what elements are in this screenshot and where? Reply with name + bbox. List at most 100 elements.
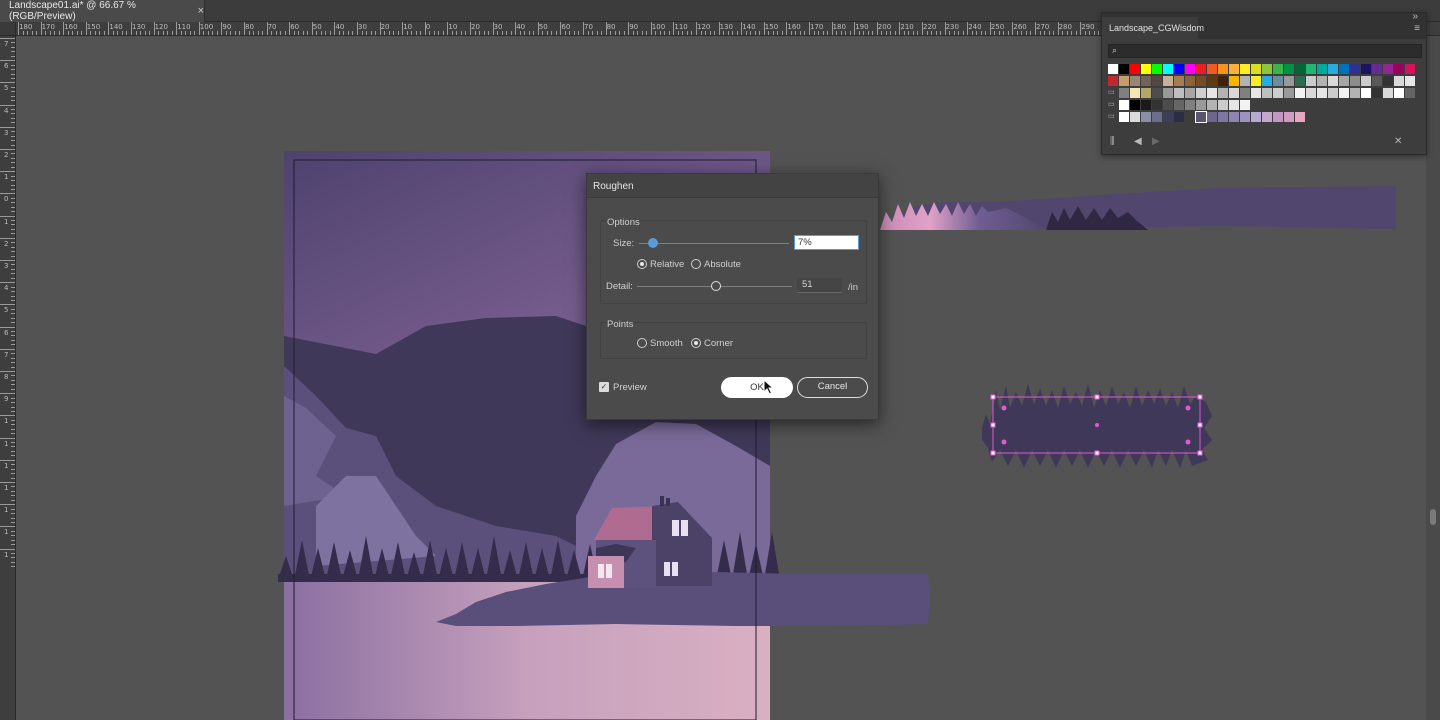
color-swatch[interactable] [1317, 88, 1327, 98]
color-swatch[interactable] [1218, 88, 1228, 98]
color-swatch[interactable] [1229, 88, 1239, 98]
color-swatch[interactable] [1229, 112, 1239, 122]
color-swatch[interactable] [1185, 76, 1195, 86]
ok-button[interactable]: OK [721, 377, 793, 398]
color-swatch[interactable] [1141, 88, 1151, 98]
color-swatch[interactable] [1284, 64, 1294, 74]
color-swatch[interactable] [1306, 64, 1316, 74]
color-swatch[interactable] [1229, 64, 1239, 74]
color-swatch[interactable] [1207, 112, 1217, 122]
chevron-left-icon[interactable]: ◀ [1134, 136, 1142, 147]
color-swatch[interactable] [1328, 64, 1338, 74]
color-swatch[interactable] [1273, 112, 1283, 122]
color-swatch[interactable] [1350, 88, 1360, 98]
vertical-scrollbar[interactable] [1426, 36, 1440, 720]
color-swatch[interactable] [1218, 64, 1228, 74]
color-swatch[interactable] [1251, 88, 1261, 98]
color-swatch[interactable] [1394, 64, 1404, 74]
color-swatch[interactable] [1284, 112, 1294, 122]
color-swatch[interactable] [1196, 76, 1206, 86]
color-swatch[interactable] [1196, 64, 1206, 74]
color-swatch[interactable] [1262, 88, 1272, 98]
document-tab[interactable]: Landscape01.ai* @ 66.67 % (RGB/Preview) … [0, 0, 205, 22]
color-swatch[interactable] [1195, 111, 1207, 123]
color-swatch[interactable] [1361, 88, 1371, 98]
corner-radio[interactable] [691, 338, 701, 348]
color-swatch[interactable] [1207, 100, 1217, 110]
wrench-icon[interactable]: ✕ [1394, 136, 1402, 147]
color-swatch[interactable] [1185, 100, 1195, 110]
color-swatch[interactable] [1306, 76, 1316, 86]
color-swatch[interactable] [1251, 112, 1261, 122]
color-swatch[interactable] [1207, 76, 1217, 86]
color-swatch[interactable] [1251, 76, 1261, 86]
color-swatch[interactable] [1372, 88, 1382, 98]
color-swatch[interactable] [1262, 76, 1272, 86]
panel-menu-icon[interactable]: ≡ [1414, 23, 1420, 34]
color-swatch[interactable] [1108, 64, 1118, 74]
color-swatch[interactable] [1240, 64, 1250, 74]
size-slider-track[interactable] [639, 243, 789, 244]
color-swatch[interactable] [1152, 76, 1162, 86]
swatches-panel-tab[interactable]: Landscape_CGWisdom [1102, 17, 1204, 39]
color-swatch[interactable] [1229, 76, 1239, 86]
color-swatch[interactable] [1394, 88, 1404, 98]
color-swatch[interactable] [1196, 88, 1206, 98]
color-swatch[interactable] [1295, 76, 1305, 86]
color-swatch[interactable] [1361, 64, 1371, 74]
collapse-panel-icon[interactable]: » [1412, 11, 1418, 22]
detail-slider-knob[interactable] [711, 281, 722, 291]
color-swatch[interactable] [1361, 76, 1371, 86]
color-swatch[interactable] [1152, 100, 1162, 110]
color-swatch[interactable] [1185, 88, 1195, 98]
color-swatch[interactable] [1218, 76, 1228, 86]
close-tab-icon[interactable]: × [198, 5, 204, 17]
relative-radio[interactable] [637, 259, 647, 269]
color-swatch[interactable] [1251, 64, 1261, 74]
color-swatch[interactable] [1317, 64, 1327, 74]
color-swatch[interactable] [1372, 64, 1382, 74]
color-swatch[interactable] [1174, 100, 1184, 110]
color-swatch[interactable] [1141, 100, 1151, 110]
size-slider-knob[interactable] [647, 238, 658, 248]
library-icon[interactable]: ⫼ [1110, 136, 1115, 147]
color-swatch[interactable] [1141, 64, 1151, 74]
color-swatch[interactable] [1383, 64, 1393, 74]
color-swatch[interactable] [1163, 76, 1173, 86]
color-swatch[interactable] [1372, 76, 1382, 86]
size-input[interactable]: 7% [794, 235, 859, 250]
color-swatch[interactable] [1328, 76, 1338, 86]
color-swatch[interactable] [1119, 112, 1129, 122]
folder-icon[interactable]: ▭ [1108, 100, 1118, 110]
color-swatch[interactable] [1218, 100, 1228, 110]
color-swatch[interactable] [1119, 64, 1129, 74]
color-swatch[interactable] [1240, 88, 1250, 98]
color-swatch[interactable] [1218, 112, 1228, 122]
color-swatch[interactable] [1163, 88, 1173, 98]
folder-icon[interactable]: ▭ [1108, 112, 1118, 122]
color-swatch[interactable] [1119, 88, 1129, 98]
color-swatch[interactable] [1130, 64, 1140, 74]
smooth-radio[interactable] [637, 338, 647, 348]
color-swatch[interactable] [1174, 88, 1184, 98]
color-swatch[interactable] [1108, 76, 1118, 86]
color-swatch[interactable] [1284, 88, 1294, 98]
color-swatch[interactable] [1141, 76, 1151, 86]
color-swatch[interactable] [1339, 88, 1349, 98]
color-swatch[interactable] [1130, 112, 1140, 122]
color-swatch[interactable] [1394, 76, 1404, 86]
color-swatch[interactable] [1273, 64, 1283, 74]
color-swatch[interactable] [1240, 100, 1250, 110]
color-swatch[interactable] [1152, 64, 1162, 74]
color-swatch[interactable] [1350, 76, 1360, 86]
color-swatch[interactable] [1207, 88, 1217, 98]
color-swatch[interactable] [1185, 112, 1195, 122]
color-swatch[interactable] [1119, 76, 1129, 86]
color-swatch[interactable] [1328, 88, 1338, 98]
color-swatch[interactable] [1196, 100, 1206, 110]
color-swatch[interactable] [1295, 112, 1305, 122]
color-swatch[interactable] [1262, 112, 1272, 122]
color-swatch[interactable] [1163, 100, 1173, 110]
color-swatch[interactable] [1306, 88, 1316, 98]
color-swatch[interactable] [1273, 88, 1283, 98]
